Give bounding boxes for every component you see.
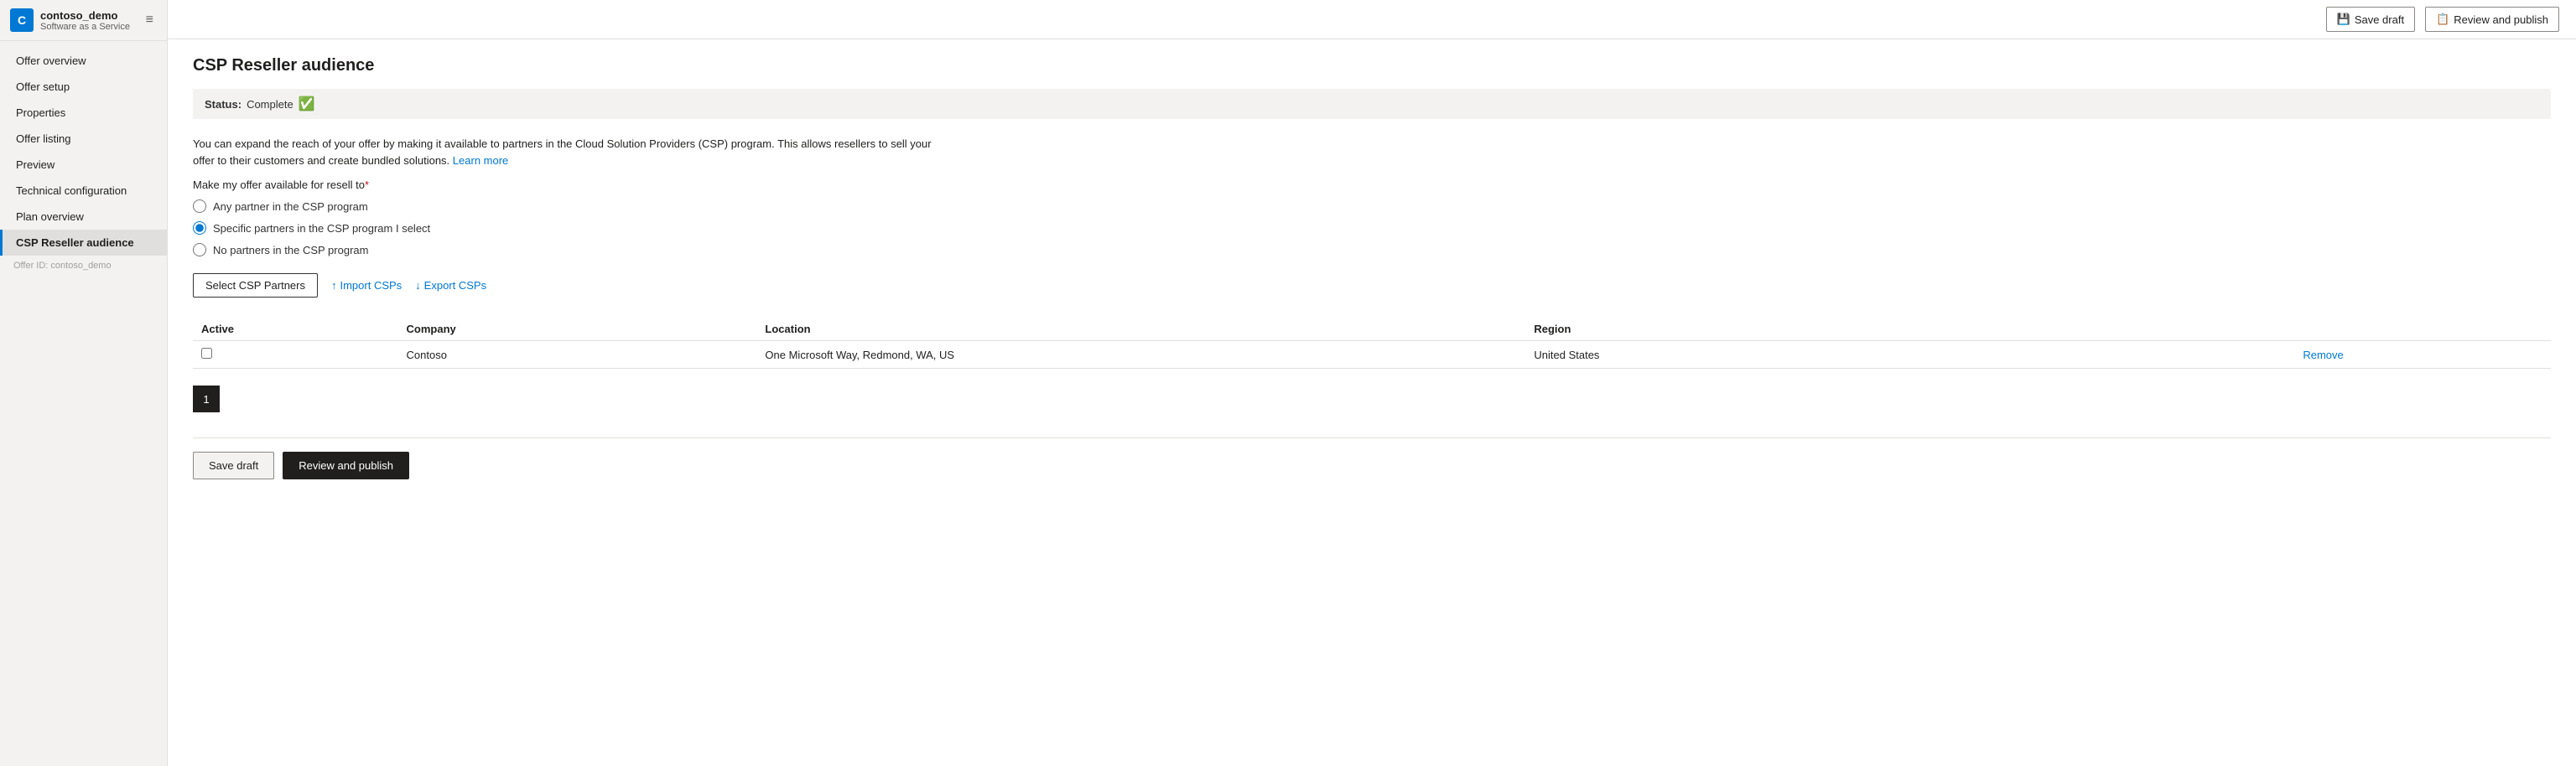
select-csp-partners-button[interactable]: Select CSP Partners (193, 273, 318, 298)
radio-group: Any partner in the CSP program Specific … (193, 199, 2551, 256)
page-content: CSP Reseller audience Status: Complete ✅… (168, 39, 2576, 766)
partners-table-body: Contoso One Microsoft Way, Redmond, WA, … (193, 341, 2551, 369)
import-label: Import CSPs (340, 279, 402, 292)
bottom-actions: Save draft Review and publish (193, 437, 2551, 493)
description-text: You can expand the reach of your offer b… (193, 136, 948, 168)
row-company-cell: Contoso (398, 341, 757, 369)
sidebar-brand-info: contoso_demo Software as a Service (40, 9, 130, 32)
status-check-icon: ✅ (299, 96, 315, 112)
remove-partner-button[interactable]: Remove (2303, 349, 2343, 361)
sidebar-header: C contoso_demo Software as a Service ≡ (0, 0, 167, 41)
radio-no-partners-label[interactable]: No partners in the CSP program (213, 244, 368, 256)
review-and-publish-button[interactable]: Review and publish (283, 452, 409, 479)
sidebar: C contoso_demo Software as a Service ≡ O… (0, 0, 168, 766)
status-bar: Status: Complete ✅ (193, 89, 2551, 119)
topbar-save-draft-label: Save draft (2355, 13, 2404, 26)
row-active-checkbox[interactable] (201, 348, 212, 359)
sidebar-item-offer-setup[interactable]: Offer setup (0, 74, 167, 100)
field-label-text: Make my offer available for resell to (193, 179, 365, 191)
review-publish-icon: 📋 (2436, 13, 2449, 26)
sidebar-item-preview[interactable]: Preview (0, 152, 167, 178)
col-header-region: Region (1525, 318, 2294, 341)
sidebar-collapse-button[interactable]: ≡ (143, 11, 157, 29)
status-label: Status: (205, 98, 242, 111)
export-label: Export CSPs (424, 279, 486, 292)
sidebar-brand-subtitle: Software as a Service (40, 22, 130, 32)
logo-letter: C (18, 13, 26, 27)
page-button-1[interactable]: 1 (193, 386, 220, 412)
save-draft-icon: 💾 (2337, 13, 2350, 26)
import-csps-button[interactable]: ↑ Import CSPs (331, 279, 402, 292)
row-active-cell (193, 341, 398, 369)
table-actions-row: Select CSP Partners ↑ Import CSPs ↓ Expo… (193, 273, 2551, 298)
table-row: Contoso One Microsoft Way, Redmond, WA, … (193, 341, 2551, 369)
radio-any-partner-label[interactable]: Any partner in the CSP program (213, 200, 368, 213)
radio-specific-partners: Specific partners in the CSP program I s… (193, 221, 2551, 235)
col-header-company: Company (398, 318, 757, 341)
sidebar-item-offer-listing[interactable]: Offer listing (0, 126, 167, 152)
topbar: 💾 Save draft 📋 Review and publish (168, 0, 2576, 39)
topbar-review-publish-button[interactable]: 📋 Review and publish (2425, 7, 2559, 32)
partners-table: Active Company Location Region Contoso O… (193, 318, 2551, 369)
partners-table-head: Active Company Location Region (193, 318, 2551, 341)
sidebar-offer-id: Offer ID: contoso_demo (0, 256, 167, 276)
field-label: Make my offer available for resell to* (193, 179, 2551, 191)
sidebar-item-offer-overview[interactable]: Offer overview (0, 48, 167, 74)
page-title: CSP Reseller audience (193, 56, 2551, 75)
sidebar-logo: C (10, 8, 34, 32)
radio-no-partners-input[interactable] (193, 243, 206, 256)
learn-more-link[interactable]: Learn more (453, 154, 508, 167)
sidebar-nav: Offer overview Offer setup Properties Of… (0, 41, 167, 766)
radio-any-partner: Any partner in the CSP program (193, 199, 2551, 213)
status-value: Complete (247, 98, 293, 111)
export-csps-button[interactable]: ↓ Export CSPs (415, 279, 486, 292)
topbar-save-draft-button[interactable]: 💾 Save draft (2326, 7, 2415, 32)
topbar-actions: 💾 Save draft 📋 Review and publish (2326, 7, 2559, 32)
import-icon: ↑ (331, 279, 337, 292)
field-required-marker: * (365, 179, 369, 191)
sidebar-item-technical-configuration[interactable]: Technical configuration (0, 178, 167, 204)
table-header-row: Active Company Location Region (193, 318, 2551, 341)
radio-specific-partners-label[interactable]: Specific partners in the CSP program I s… (213, 222, 430, 235)
description-content: You can expand the reach of your offer b… (193, 137, 932, 167)
row-region-cell: United States (1525, 341, 2294, 369)
row-action-cell: Remove (2294, 341, 2551, 369)
sidebar-item-csp-reseller-audience[interactable]: CSP Reseller audience (0, 230, 167, 256)
save-draft-button[interactable]: Save draft (193, 452, 274, 479)
sidebar-brand-name: contoso_demo (40, 9, 130, 22)
col-header-action (2294, 318, 2551, 341)
col-header-active: Active (193, 318, 398, 341)
sidebar-item-plan-overview[interactable]: Plan overview (0, 204, 167, 230)
export-icon: ↓ (415, 279, 421, 292)
radio-no-partners: No partners in the CSP program (193, 243, 2551, 256)
row-location-cell: One Microsoft Way, Redmond, WA, US (756, 341, 1525, 369)
pagination: 1 (193, 386, 2551, 412)
topbar-review-publish-label: Review and publish (2454, 13, 2548, 26)
col-header-location: Location (756, 318, 1525, 341)
main-content: 💾 Save draft 📋 Review and publish CSP Re… (168, 0, 2576, 766)
sidebar-item-properties[interactable]: Properties (0, 100, 167, 126)
radio-any-partner-input[interactable] (193, 199, 206, 213)
radio-specific-partners-input[interactable] (193, 221, 206, 235)
